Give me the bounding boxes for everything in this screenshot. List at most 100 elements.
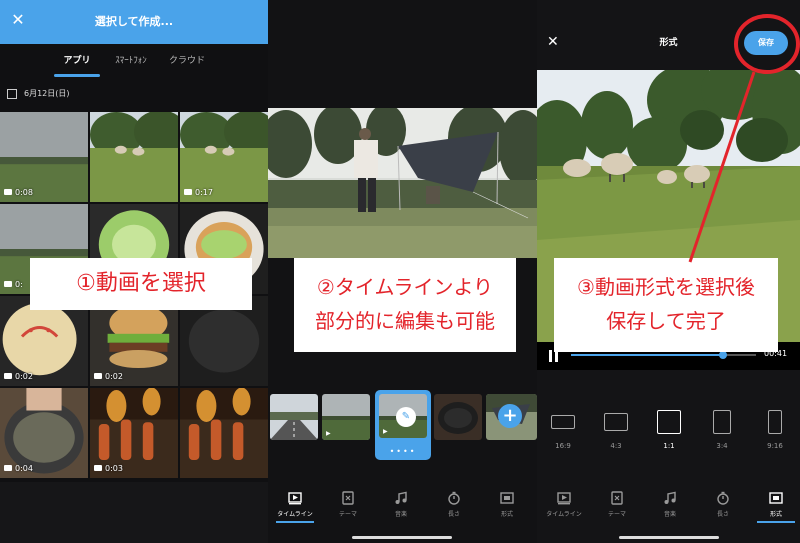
video-camera-icon xyxy=(4,464,12,471)
nav-item-timer[interactable]: 長さ xyxy=(427,486,481,524)
duration-label: 0:02 xyxy=(15,372,33,381)
aspect-ratio-option[interactable]: 1:1 xyxy=(647,408,691,458)
add-clip-button[interactable]: + xyxy=(498,404,522,428)
date-group-row: 6月12日(日) xyxy=(0,82,268,106)
picker-bottom-area xyxy=(0,482,268,543)
annotation-step-3: ③動画形式を選択後 保存して完了 xyxy=(554,258,778,352)
bottom-navigation: タイムライン テーマ 音楽 長さ 形式 xyxy=(537,486,800,524)
aspect-ratio-option[interactable]: 4:3 xyxy=(594,408,638,458)
picker-title: 選択して作成... xyxy=(94,15,174,28)
aspect-ratio-label: 1:1 xyxy=(663,442,675,450)
save-button[interactable]: 保存 xyxy=(744,31,788,55)
nav-item-format[interactable]: 形式 xyxy=(749,486,800,524)
aspect-ratio-label: 3:4 xyxy=(716,442,728,450)
select-date-checkbox[interactable] xyxy=(7,89,17,99)
nav-item-timeline[interactable]: タイムライン xyxy=(537,486,591,524)
nav-label: 音楽 xyxy=(394,511,407,518)
aspect-ratio-option[interactable]: 9:16 xyxy=(753,408,797,458)
nav-item-music[interactable]: 音楽 xyxy=(374,486,428,524)
nav-item-format[interactable]: 形式 xyxy=(480,486,534,524)
seek-slider[interactable] xyxy=(571,351,756,359)
nav-label: タイムライン xyxy=(277,511,313,518)
nav-label: テーマ xyxy=(607,511,626,518)
timeline-icon xyxy=(557,490,571,505)
timeline-clip[interactable]: ▶ xyxy=(322,394,370,440)
nav-item-music[interactable]: 音楽 xyxy=(643,486,697,524)
video-camera-icon xyxy=(4,372,12,379)
aspect-ratio-label: 9:16 xyxy=(767,442,783,450)
nav-label: 長さ xyxy=(716,511,729,518)
road-thumbnail xyxy=(270,394,318,440)
nav-item-theme[interactable]: テーマ xyxy=(590,486,644,524)
format-icon xyxy=(769,490,783,504)
media-thumbnail[interactable]: 0:08 xyxy=(0,112,88,202)
picker-header: 選択して作成... ✕ xyxy=(0,0,268,44)
duration-label: 0:02 xyxy=(105,372,123,381)
source-tabs: アプリ ｽﾏｰﾄﾌｫﾝ クラウド xyxy=(0,44,268,78)
bottom-navigation: タイムライン テーマ 音楽 長さ 形式 xyxy=(268,486,537,524)
nav-label: タイムライン xyxy=(546,511,582,518)
aspect-ratio-option[interactable]: 16:9 xyxy=(541,408,585,458)
annotation-step-3-line2: 保存して完了 xyxy=(606,309,726,333)
media-thumbnail[interactable]: 0:17 xyxy=(180,112,268,202)
grill-thumbnail xyxy=(180,388,268,478)
play-icon: ▶ xyxy=(326,430,331,437)
annotation-step-2-line2: 部分的に編集も可能 xyxy=(315,309,495,333)
tab-smartphone[interactable]: ｽﾏｰﾄﾌｫﾝ xyxy=(106,44,156,78)
active-nav-indicator xyxy=(276,521,314,523)
video-camera-icon xyxy=(94,464,102,471)
video-camera-icon xyxy=(4,280,12,287)
aspect-ratio-shape-icon xyxy=(604,413,628,431)
video-duration-badge: 0:08 xyxy=(4,187,33,199)
format-icon xyxy=(500,490,514,504)
close-icon[interactable]: ✕ xyxy=(547,32,559,52)
aspect-ratio-label: 16:9 xyxy=(555,442,571,450)
tab-cloud[interactable]: クラウド xyxy=(162,44,212,78)
theme-icon xyxy=(610,490,624,505)
timer-icon xyxy=(716,490,730,505)
seek-handle[interactable] xyxy=(718,351,727,359)
date-label: 6月12日(日) xyxy=(24,89,70,98)
music-icon xyxy=(394,490,408,504)
aspect-ratio-shape-icon xyxy=(713,410,731,434)
clip-handle-dots[interactable]: •••• xyxy=(377,447,429,456)
nav-item-timer[interactable]: 長さ xyxy=(696,486,750,524)
duration-label: 0:04 xyxy=(15,464,33,473)
media-thumbnail[interactable]: 0:04 xyxy=(0,388,88,478)
timeline-clip[interactable] xyxy=(270,394,318,440)
video-duration-badge: 0:04 xyxy=(4,463,33,475)
pencil-icon[interactable]: ✎ xyxy=(396,407,416,427)
annotation-step-2: ②タイムラインより 部分的に編集も可能 xyxy=(294,258,516,352)
active-nav-indicator xyxy=(757,521,795,523)
selected-timeline-clip[interactable]: ✎ ▶ •••• xyxy=(375,390,431,460)
nav-label: 形式 xyxy=(769,511,782,518)
aspect-ratio-option[interactable]: 3:4 xyxy=(700,408,744,458)
media-thumbnail[interactable] xyxy=(180,388,268,478)
home-indicator xyxy=(619,536,719,539)
active-tab-indicator xyxy=(54,74,100,77)
tab-app[interactable]: アプリ xyxy=(52,44,102,78)
format-header: 形式 ✕ 保存 xyxy=(537,22,800,62)
video-camera-icon xyxy=(184,188,192,195)
annotation-step-2-line1: ②タイムラインより xyxy=(316,275,494,299)
play-icon: ▶ xyxy=(383,428,388,435)
timeline-strip[interactable]: ▶ ✎ ▶ •••• + xyxy=(268,390,537,460)
home-indicator xyxy=(352,536,452,539)
close-icon[interactable]: ✕ xyxy=(8,10,28,30)
video-camera-icon xyxy=(4,188,12,195)
aspect-ratio-shape-icon xyxy=(551,415,575,429)
theme-icon xyxy=(341,490,355,505)
timer-icon xyxy=(447,490,461,505)
video-duration-badge: 0:02 xyxy=(94,371,123,383)
nav-item-theme[interactable]: テーマ xyxy=(321,486,375,524)
aspect-ratio-shape-icon xyxy=(768,410,782,434)
duration-label: 0:03 xyxy=(105,464,123,473)
media-thumbnail[interactable] xyxy=(90,112,178,202)
nav-label: 長さ xyxy=(447,511,460,518)
media-thumbnail[interactable]: 0:03 xyxy=(90,388,178,478)
nav-item-timeline[interactable]: タイムライン xyxy=(268,486,322,524)
sheep-field-thumbnail xyxy=(90,112,178,202)
timeline-clip[interactable] xyxy=(434,394,482,440)
duration-label: 0:17 xyxy=(195,188,213,197)
video-preview[interactable] xyxy=(268,108,537,258)
